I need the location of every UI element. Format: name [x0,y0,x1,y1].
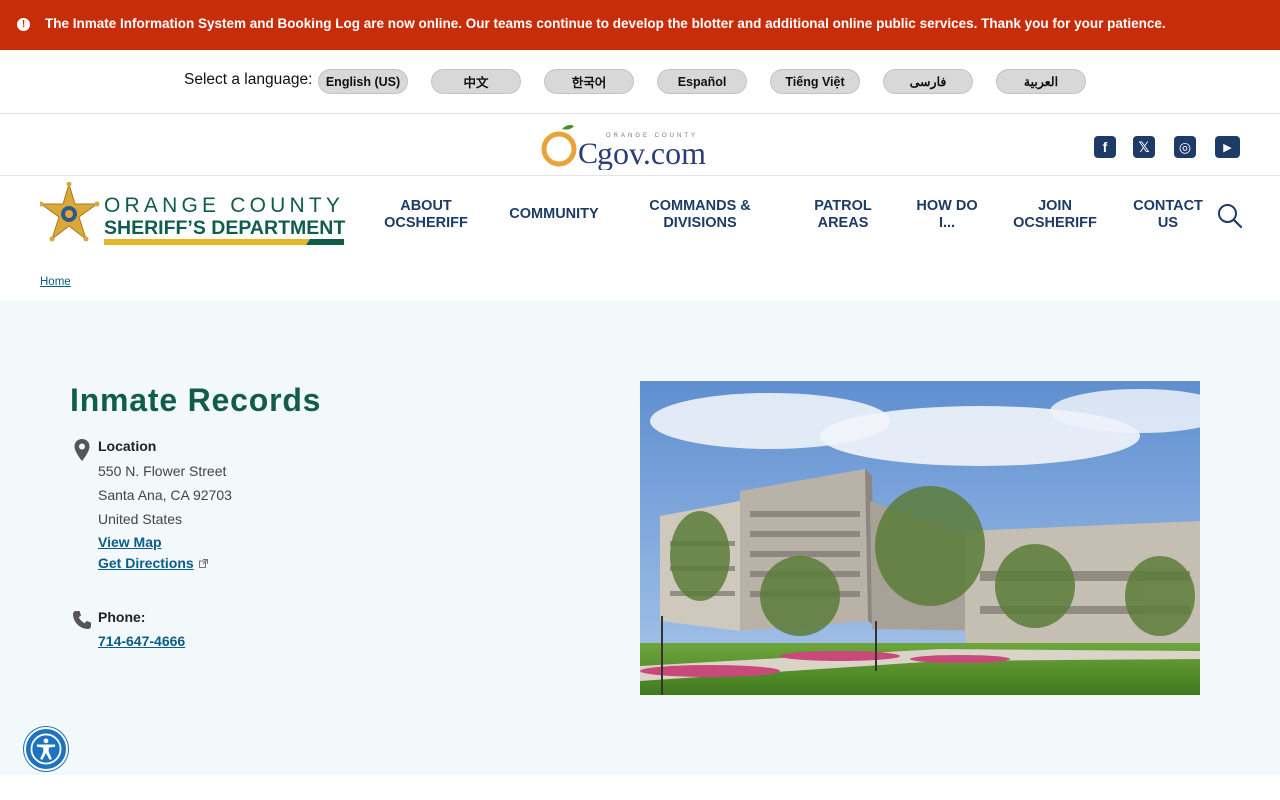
brand-line1: ORANGE COUNTY [104,194,344,217]
location-label: Location [98,438,157,454]
phone-number-link[interactable]: 714-647-4666 [98,633,185,649]
phone-icon [73,611,91,629]
language-label: Select a language: [184,71,313,88]
nav-howdoi-line2: I... [938,215,956,231]
ocgov-text: gov.com [597,135,706,170]
nav-commands[interactable]: COMMANDS & DIVISIONS [640,198,760,232]
nav-about-line2: OCSHERIFF [384,215,468,231]
breadcrumb: Home [0,266,1280,301]
nav-about-line1: ABOUT [400,198,452,214]
get-directions-link[interactable]: Get Directions [98,555,194,571]
nav-howdoi-line1: HOW DO [916,198,978,214]
nav-patrol-line1: PATROL [814,198,872,214]
sheriff-logo[interactable]: ORANGE COUNTY SHERIFF’S DEPARTMENT [40,182,350,246]
language-bar: Select a language: English (US) 中文 한국어 E… [0,50,1280,114]
nav-community[interactable]: COMMUNITY [504,206,604,223]
x-twitter-icon[interactable]: 𝕏 [1133,136,1155,158]
phone-label: Phone: [98,609,146,625]
nav-commands-line1: COMMANDS & [649,198,751,214]
nav-join[interactable]: JOIN OCSHERIFF [1010,198,1100,232]
nav-contact-line2: US [1157,215,1179,231]
nav-patrol-line2: AREAS [817,215,869,231]
language-farsi[interactable]: فارسی [883,69,973,94]
address-line-3: United States [98,511,183,527]
external-link-icon [199,559,208,568]
nav-patrol-areas[interactable]: PATROL AREAS [808,198,878,232]
page-title: Inmate Records [70,382,322,418]
location-pin-icon [74,439,90,461]
brand-line2: SHERIFF’S DEPARTMENT [104,217,345,239]
address-line-1: 550 N. Flower Street [98,463,227,479]
view-map-link[interactable]: View Map [98,534,162,550]
nav-community-label: COMMUNITY [509,206,599,222]
alert-text: The Inmate Information System and Bookin… [45,16,1166,31]
facebook-icon[interactable]: f [1094,136,1116,158]
nav-join-line2: OCSHERIFF [1013,215,1097,231]
language-korean[interactable]: 한국어 [544,69,634,94]
language-spanish[interactable]: Español [657,69,747,94]
page-content: Inmate Records Location 550 N. Flower St… [0,301,1280,775]
sheriff-star-icon [40,182,100,242]
main-navigation: ORANGE COUNTY SHERIFF’S DEPARTMENT ABOUT… [0,176,1280,266]
address-line-2: Santa Ana, CA 92703 [98,487,232,503]
nav-commands-line2: DIVISIONS [663,215,737,231]
breadcrumb-home[interactable]: Home [40,276,71,288]
ocgov-logo[interactable]: C gov.com ORANGE COUNTY [540,120,740,170]
language-arabic[interactable]: العربية [996,69,1086,94]
info-icon: ! [17,18,30,31]
language-vietnamese[interactable]: Tiếng Việt [770,69,860,94]
language-chinese[interactable]: 中文 [431,69,521,94]
county-bar: C gov.com ORANGE COUNTY f 𝕏 ◎ ▶ [0,114,1280,176]
youtube-icon[interactable]: ▶ [1215,136,1240,158]
language-english[interactable]: English (US) [318,69,408,94]
nav-contact-line1: CONTACT [1133,198,1203,214]
accessibility-icon[interactable] [24,727,68,771]
nav-join-line1: JOIN [1038,198,1072,214]
ocgov-c: C [578,137,598,170]
nav-about[interactable]: ABOUT OCSHERIFF [381,198,471,232]
nav-contact[interactable]: CONTACT US [1128,198,1208,232]
ocgov-tag: ORANGE COUNTY [606,133,698,139]
jail-building-photo [640,381,1200,695]
alert-banner: ! The Inmate Information System and Book… [0,0,1280,50]
search-icon[interactable] [1217,203,1243,229]
nav-how-do-i[interactable]: HOW DO I... [912,198,982,232]
footer-strip [0,775,1280,800]
instagram-icon[interactable]: ◎ [1174,136,1196,158]
